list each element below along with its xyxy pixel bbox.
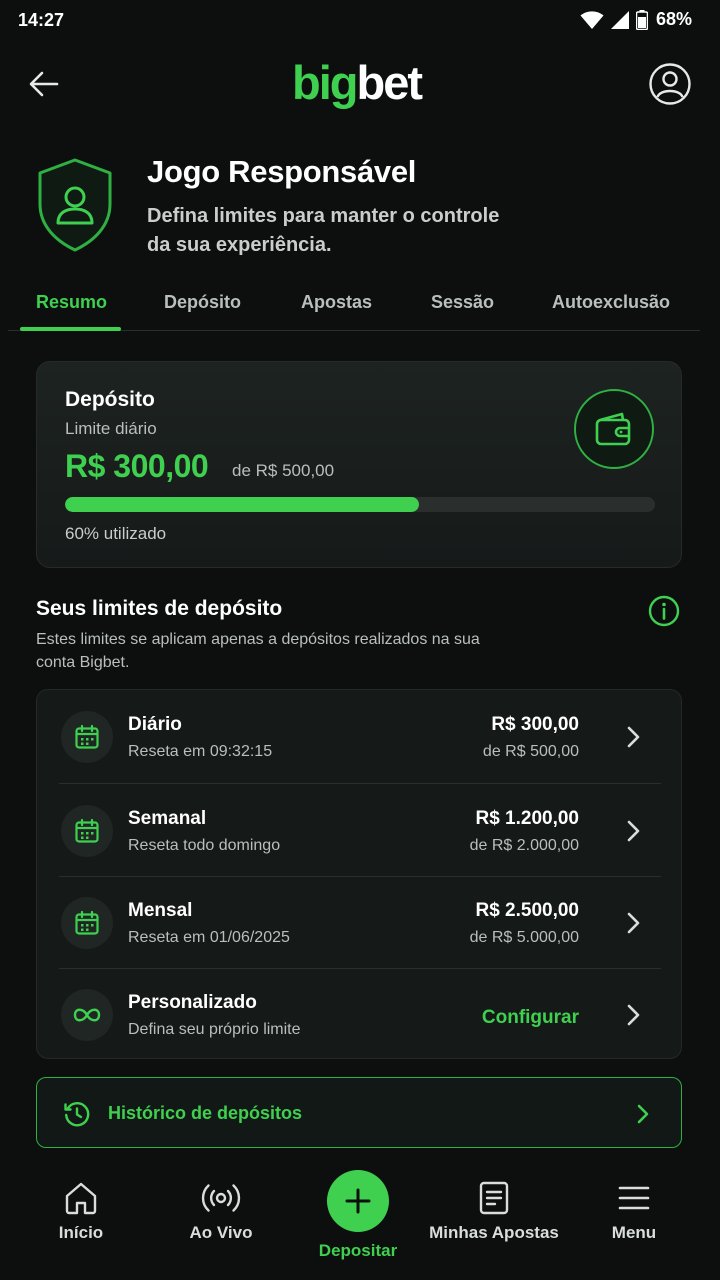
profile-button[interactable] [648, 62, 692, 106]
back-button[interactable] [26, 66, 62, 102]
cellular-signal-icon [610, 10, 629, 29]
limit-reset-note: Defina seu próprio limite [128, 1021, 301, 1038]
tab-resumo[interactable]: Resumo [36, 292, 107, 313]
limit-row-monthly[interactable]: Mensal Reseta em 01/06/2025 R$ 2.500,00 … [37, 876, 683, 968]
status-bar: 14:27 68% [0, 0, 720, 44]
limit-used-amount: R$ 300,00 [491, 714, 579, 735]
limit-max-amount: de R$ 5.000,00 [469, 929, 579, 946]
plus-icon [345, 1188, 371, 1214]
usage-progress-fill [65, 497, 419, 512]
wifi-icon [580, 10, 604, 29]
limit-icon-badge [61, 989, 113, 1041]
home-icon [65, 1182, 97, 1215]
bottom-navigation: Início Ao Vivo Depositar Minhas Apostas [0, 1160, 720, 1280]
responsible-gaming-screen: 14:27 68% bigbet Jogo Responsável Defina… [0, 0, 720, 1280]
wallet-badge [574, 389, 654, 469]
limit-icon-badge [61, 897, 113, 949]
calendar-icon [75, 910, 99, 935]
nav-depositar-label[interactable]: Depositar [319, 1241, 397, 1261]
summary-amount: R$ 300,00 [65, 448, 209, 484]
infinity-icon [73, 1008, 101, 1022]
status-time: 14:27 [18, 10, 65, 30]
deposit-history-label: Histórico de depósitos [108, 1103, 303, 1123]
limit-row-daily[interactable]: Diário Reseta em 09:32:15 R$ 300,00 de R… [37, 690, 683, 782]
chevron-right-icon [627, 726, 640, 748]
live-broadcast-icon [201, 1184, 241, 1212]
nav-inicio[interactable]: Início [40, 1180, 122, 1243]
limit-max-amount: de R$ 2.000,00 [469, 837, 579, 854]
limit-used-amount: R$ 1.200,00 [475, 808, 579, 829]
tab-autoexclusao[interactable]: Autoexclusão [552, 292, 670, 313]
usage-label: 60% utilizado [65, 524, 167, 543]
hamburger-menu-icon [618, 1186, 650, 1210]
limits-section-description: Estes limites se aplicam apenas a depósi… [36, 631, 480, 671]
nav-label: Minhas Apostas [429, 1223, 559, 1242]
nav-menu[interactable]: Menu [598, 1180, 670, 1243]
configure-link[interactable]: Configurar [482, 1007, 579, 1029]
limit-reset-note: Reseta todo domingo [128, 837, 281, 854]
user-avatar-icon [649, 63, 691, 105]
active-tab-indicator [20, 327, 121, 331]
status-icons: 68% [580, 9, 692, 30]
summary-subtitle: Limite diário [65, 419, 157, 438]
bigbet-logo: bigbet [292, 55, 423, 111]
logo-big-text: big [292, 56, 358, 109]
nav-label: Menu [611, 1223, 657, 1242]
limit-name: Diário [128, 714, 182, 735]
calendar-icon [75, 818, 99, 843]
summary-title: Depósito [65, 388, 155, 411]
limit-row-custom[interactable]: Personalizado Defina seu próprio limite … [37, 968, 683, 1060]
deposit-history-button[interactable]: Histórico de depósitos [36, 1077, 682, 1148]
wallet-icon [595, 412, 631, 446]
info-icon[interactable] [647, 594, 681, 628]
calendar-icon [75, 724, 99, 749]
nav-depositar-button[interactable] [327, 1170, 389, 1232]
usage-progress-bar [65, 497, 655, 512]
chevron-right-icon [627, 820, 640, 842]
chevron-right-icon [627, 1004, 640, 1026]
deposit-limits-list: Diário Reseta em 09:32:15 R$ 300,00 de R… [36, 689, 682, 1059]
tab-sessao[interactable]: Sessão [431, 292, 494, 313]
limit-name: Mensal [128, 900, 193, 921]
nav-label: Ao Vivo [189, 1223, 253, 1242]
limit-icon-badge [61, 805, 113, 857]
limit-row-weekly[interactable]: Semanal Reseta todo domingo R$ 1.200,00 … [37, 784, 683, 876]
history-clock-icon [64, 1102, 90, 1127]
logo-bet-text: bet [356, 56, 422, 109]
limit-reset-note: Reseta em 09:32:15 [128, 743, 273, 760]
daily-deposit-summary-card: Depósito Limite diário R$ 300,00 de R$ 5… [36, 361, 682, 568]
arrow-left-icon [29, 71, 59, 97]
shield-user-icon [38, 158, 112, 252]
nav-label: Início [58, 1223, 104, 1242]
limit-max-amount: de R$ 500,00 [482, 743, 579, 760]
limit-used-amount: R$ 2.500,00 [475, 900, 579, 921]
chevron-right-icon [637, 1104, 649, 1124]
document-icon [479, 1181, 509, 1215]
battery-percentage: 68% [655, 9, 692, 29]
tab-bar: Resumo Depósito Apostas Sessão Autoexclu… [0, 282, 720, 332]
limit-reset-note: Reseta em 01/06/2025 [128, 929, 290, 946]
limits-section-title: Seus limites de depósito [36, 597, 283, 620]
summary-limit: de R$ 500,00 [232, 461, 335, 480]
tab-apostas[interactable]: Apostas [301, 292, 372, 313]
chevron-right-icon [627, 912, 640, 934]
page-title: Jogo Responsável [147, 154, 417, 189]
page-subtitle: Defina limites para manter o controle da… [147, 205, 500, 256]
tab-deposito[interactable]: Depósito [164, 292, 241, 313]
limit-name: Personalizado [128, 992, 257, 1013]
limit-name: Semanal [128, 808, 207, 829]
nav-minhas-apostas[interactable]: Minhas Apostas [428, 1180, 560, 1243]
limit-icon-badge [61, 711, 113, 763]
battery-icon [635, 9, 648, 30]
nav-ao-vivo[interactable]: Ao Vivo [176, 1180, 266, 1243]
